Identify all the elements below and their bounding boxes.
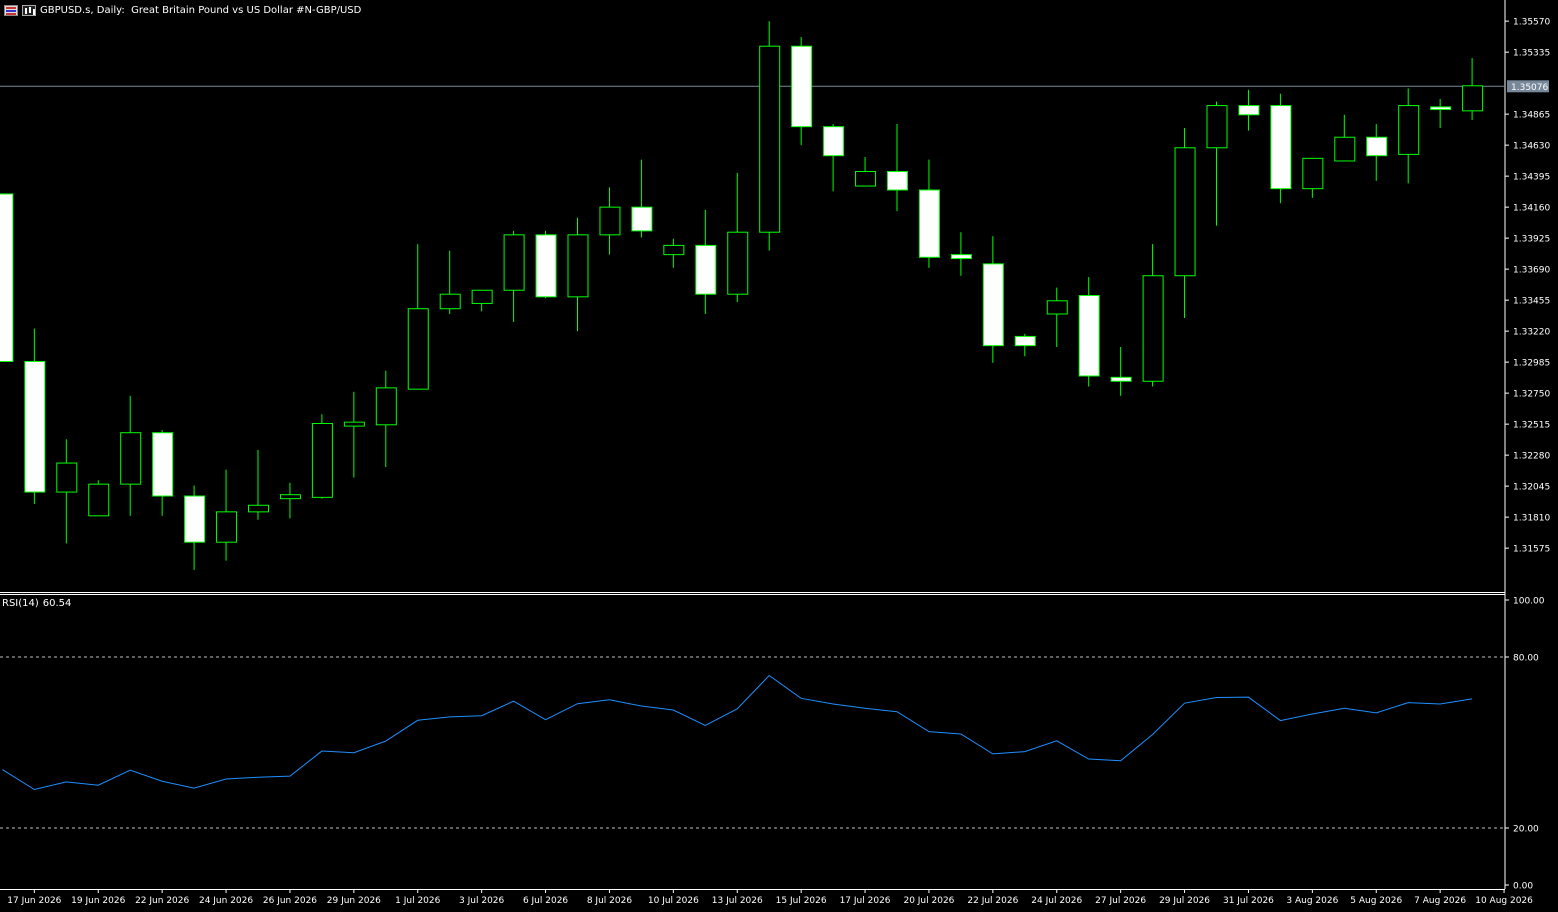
date-label: 24 Jun 2026 [199,896,253,906]
date-label: 24 Jul 2026 [1031,896,1082,906]
date-label: 17 Jun 2026 [7,896,61,906]
candle-bearish [152,432,174,497]
price-tick-label: 1.35335 [1513,49,1550,59]
date-label: 10 Aug 2026 [1475,896,1533,906]
price-tick-label: 1.32985 [1513,359,1550,369]
candle-bearish [1110,376,1132,382]
price-tick-label: 1.32750 [1513,390,1550,400]
candle-bullish [855,171,877,187]
candle-bullish [599,206,621,236]
date-label: 17 Jul 2026 [840,896,891,906]
candle-bullish [727,231,749,295]
candle-bearish [918,189,940,258]
candle-bearish [535,234,557,298]
rsi-line [2,674,1473,791]
candle-bullish [503,234,525,291]
price-tick-label: 1.33220 [1513,328,1550,338]
date-label: 13 Jul 2026 [712,896,763,906]
price-tick-label: 1.33690 [1513,266,1550,276]
candle-bullish [120,432,142,485]
candle-bullish [471,289,493,304]
candle-bullish [88,483,110,517]
price-tick-label: 1.32045 [1513,483,1550,493]
date-label: 5 Aug 2026 [1350,896,1402,906]
candle-bullish [439,293,461,310]
candle-bullish [248,504,269,513]
price-tick-label: 1.31810 [1513,514,1550,524]
date-label: 19 Jun 2026 [71,896,125,906]
candle-bearish [0,193,14,362]
date-label: 27 Jul 2026 [1095,896,1146,906]
date-label: 31 Jul 2026 [1223,896,1274,906]
date-label: 15 Jul 2026 [776,896,827,906]
date-label: 1 Jul 2026 [395,896,440,906]
price-tick-label: 1.34630 [1513,142,1550,152]
candle-bearish [695,244,717,295]
candle-bullish [311,422,333,498]
candle-bullish [1302,157,1324,190]
candle-bullish [343,421,365,427]
price-tick-label: 1.33925 [1513,235,1550,245]
rsi-tick-label: 0.00 [1513,882,1533,892]
rsi-tick-label: 20.00 [1513,825,1539,835]
candle-bearish [1078,295,1100,377]
candle-bullish [56,462,78,493]
candle-bullish [1206,105,1228,149]
date-label: 22 Jun 2026 [135,896,189,906]
candle-bullish [1174,147,1196,277]
candle-bearish [24,360,46,493]
candle-bullish [1462,85,1484,112]
candle-bullish [407,308,429,390]
candle-bearish [1366,136,1388,157]
price-chart[interactable]: 1.35570 1.35335 1.34865 1.34630 1.34395 1.341… [0,0,1558,912]
candle-bullish [1398,105,1420,155]
candle-bearish [1270,105,1292,190]
price-tick-label: 1.33455 [1513,297,1550,307]
date-label: 3 Aug 2026 [1286,896,1338,906]
date-label: 20 Jul 2026 [903,896,954,906]
candle-bearish [887,171,908,191]
candle-bullish [567,234,589,298]
date-label: 29 Jul 2026 [1159,896,1210,906]
candle-bullish [279,494,301,500]
candle-bullish [1334,136,1356,162]
date-label: 8 Jul 2026 [587,896,632,906]
date-label: 29 Jun 2026 [327,896,381,906]
date-label: 6 Jul 2026 [523,896,568,906]
candle-bullish [663,244,685,256]
price-tick-label: 1.34160 [1513,204,1550,214]
date-label: 3 Jul 2026 [459,896,504,906]
candle-bullish [375,387,397,426]
candle-bullish [1046,300,1068,315]
price-tick-label: 1.34865 [1513,111,1550,121]
price-tick-label: 1.32280 [1513,452,1550,462]
date-label: 10 Jul 2026 [648,896,699,906]
candle-bearish [1014,335,1036,347]
price-tick-label: 1.35570 [1513,18,1550,28]
candle-bullish [1142,275,1164,382]
price-tick-label: 1.31575 [1513,545,1550,555]
date-label: 26 Jun 2026 [263,896,317,906]
candle-bearish [184,495,206,543]
candle-bearish [1430,106,1452,111]
date-label: 7 Aug 2026 [1414,896,1466,906]
rsi-tick-label: 80.00 [1513,654,1539,664]
candle-bearish [823,126,845,157]
price-tick-label: 1.32515 [1513,421,1550,431]
candle-bullish [216,511,238,543]
candle-bearish [982,263,1004,347]
candle-bullish [759,45,781,233]
current-price-label: 1.35076 [1511,83,1548,93]
candle-bearish [791,45,813,128]
candle-bearish [1238,105,1260,116]
price-tick-label: 1.34395 [1513,173,1550,183]
candle-bearish [631,206,653,232]
candle-bearish [950,254,972,260]
rsi-tick-label: 100.00 [1513,597,1545,607]
date-label: 22 Jul 2026 [967,896,1018,906]
